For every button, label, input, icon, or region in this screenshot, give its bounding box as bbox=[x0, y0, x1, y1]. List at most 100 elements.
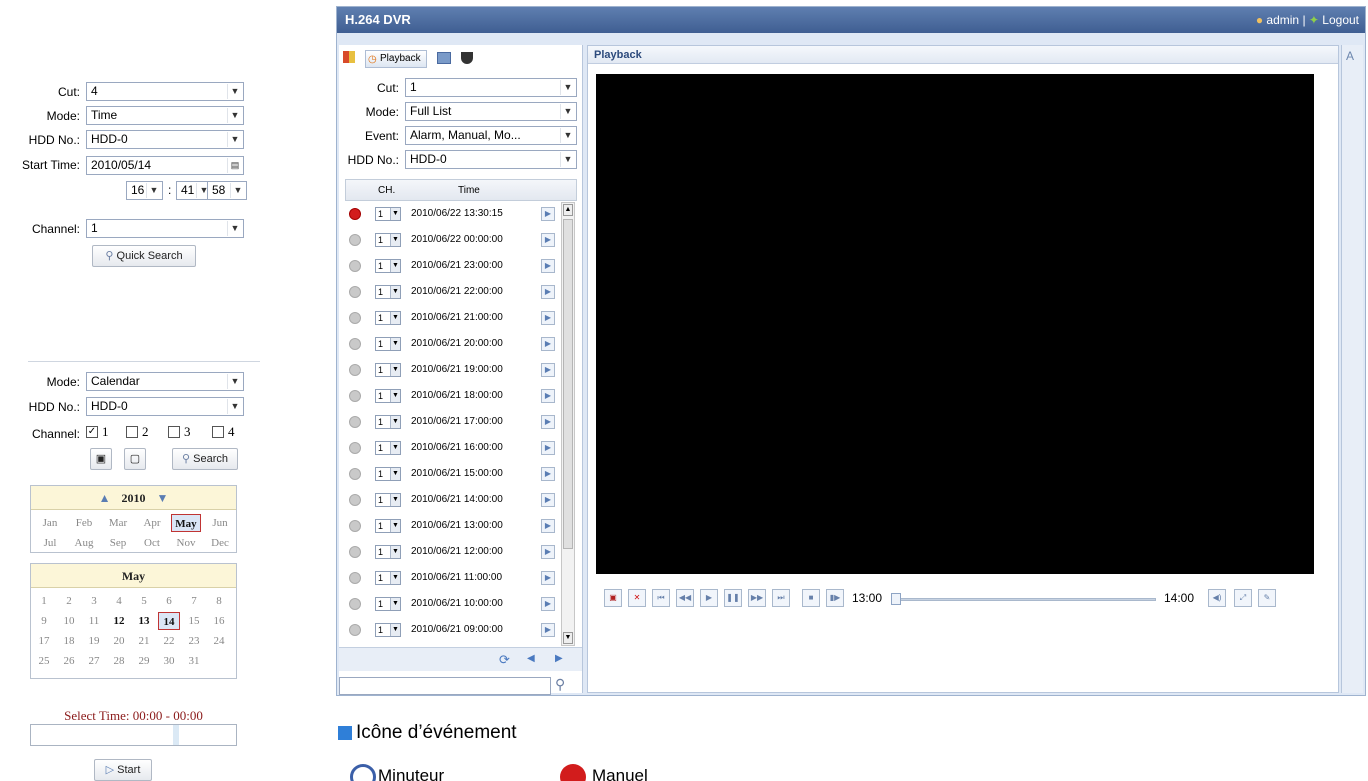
play-icon[interactable]: ▶ bbox=[541, 467, 555, 481]
day-4[interactable]: 4 bbox=[108, 592, 130, 610]
day-8[interactable]: 8 bbox=[208, 592, 230, 610]
start-button[interactable]: ▷ Start bbox=[94, 759, 152, 781]
volume-icon[interactable]: ◀) bbox=[1208, 589, 1226, 607]
day-19[interactable]: 19 bbox=[83, 632, 105, 650]
table-row[interactable]: 1 ▼ 2010/06/21 23:00:00 ▶ bbox=[345, 255, 559, 277]
table-row[interactable]: 1 ▼ 2010/06/21 10:00:00 ▶ bbox=[345, 593, 559, 615]
fullscreen-icon[interactable]: ⤢ bbox=[1234, 589, 1252, 607]
hdd-icon[interactable] bbox=[461, 52, 473, 64]
day-12[interactable]: 12 bbox=[108, 612, 130, 630]
close-icon[interactable]: ✕ bbox=[628, 589, 646, 607]
scroll-up-icon[interactable]: ▲ bbox=[563, 204, 573, 216]
hdd-select[interactable]: HDD-0 ▼ bbox=[86, 397, 244, 416]
day-6[interactable]: 6 bbox=[158, 592, 180, 610]
month-jun[interactable]: Jun bbox=[205, 514, 235, 532]
search-button[interactable]: ⚲ Search bbox=[172, 448, 238, 470]
table-row[interactable]: 1 ▼ 2010/06/21 17:00:00 ▶ bbox=[345, 411, 559, 433]
day-18[interactable]: 18 bbox=[58, 632, 80, 650]
table-row[interactable]: 1 ▼ 2010/06/21 11:00:00 ▶ bbox=[345, 567, 559, 589]
channel-select[interactable]: 1 ▼ bbox=[375, 363, 401, 377]
day-28[interactable]: 28 bbox=[108, 652, 130, 670]
month-jul[interactable]: Jul bbox=[35, 534, 65, 552]
channel-checkbox-2[interactable] bbox=[126, 426, 138, 438]
hour-select[interactable]: 16 ▼ bbox=[126, 181, 163, 200]
list-scrollbar[interactable]: ▲ ▼ bbox=[561, 202, 575, 646]
day-26[interactable]: 26 bbox=[58, 652, 80, 670]
day-16[interactable]: 16 bbox=[208, 612, 230, 630]
play-icon[interactable]: ▶ bbox=[541, 415, 555, 429]
scroll-thumb[interactable] bbox=[563, 219, 573, 549]
table-row[interactable]: 1 ▼ 2010/06/21 19:00:00 ▶ bbox=[345, 359, 559, 381]
calendar-icon[interactable]: ▤ bbox=[227, 158, 242, 173]
next-page-icon[interactable]: ▶ bbox=[555, 653, 563, 664]
play-icon[interactable]: ▶ bbox=[541, 207, 555, 221]
backup-icon[interactable] bbox=[437, 52, 451, 64]
play-icon[interactable]: ▶ bbox=[541, 519, 555, 533]
play-icon[interactable]: ▶ bbox=[700, 589, 718, 607]
table-row[interactable]: 1 ▼ 2010/06/21 09:00:00 ▶ bbox=[345, 619, 559, 641]
table-row[interactable]: 1 ▼ 2010/06/21 18:00:00 ▶ bbox=[345, 385, 559, 407]
mode-select[interactable]: Time ▼ bbox=[86, 106, 244, 125]
play-icon[interactable]: ▶ bbox=[541, 233, 555, 247]
day-22[interactable]: 22 bbox=[158, 632, 180, 650]
day-15[interactable]: 15 bbox=[183, 612, 205, 630]
skip-end-icon[interactable]: ⏭ bbox=[772, 589, 790, 607]
day-10[interactable]: 10 bbox=[58, 612, 80, 630]
time-range-marker[interactable] bbox=[173, 725, 179, 745]
next-year-icon[interactable]: ▼ bbox=[157, 491, 169, 505]
month-nov[interactable]: Nov bbox=[171, 534, 201, 552]
channel-select[interactable]: 1 ▼ bbox=[375, 597, 401, 611]
day-9[interactable]: 9 bbox=[33, 612, 55, 630]
stop-icon[interactable]: ■ bbox=[802, 589, 820, 607]
channel-select[interactable]: 1 ▼ bbox=[375, 389, 401, 403]
channel-select[interactable]: 1 ▼ bbox=[375, 441, 401, 455]
day-11[interactable]: 11 bbox=[83, 612, 105, 630]
day-13[interactable]: 13 bbox=[133, 612, 155, 630]
month-dec[interactable]: Dec bbox=[205, 534, 235, 552]
play-icon[interactable]: ▶ bbox=[541, 389, 555, 403]
channel-select[interactable]: 1 ▼ bbox=[375, 467, 401, 481]
month-mar[interactable]: Mar bbox=[103, 514, 133, 532]
play-icon[interactable]: ▶ bbox=[541, 493, 555, 507]
channel-select[interactable]: 1 ▼ bbox=[375, 337, 401, 351]
channel-select[interactable]: 1 ▼ bbox=[375, 545, 401, 559]
channel-select[interactable]: 1 ▼ bbox=[375, 415, 401, 429]
cut-select[interactable]: 1 ▼ bbox=[405, 78, 577, 97]
month-feb[interactable]: Feb bbox=[69, 514, 99, 532]
search-icon[interactable]: ⚲ bbox=[555, 676, 565, 693]
skip-start-icon[interactable]: ⏮ bbox=[652, 589, 670, 607]
font-size-icon[interactable]: A bbox=[1346, 49, 1354, 63]
day-29[interactable]: 29 bbox=[133, 652, 155, 670]
timeline-slider[interactable] bbox=[891, 593, 1156, 605]
hdd-select[interactable]: HDD-0 ▼ bbox=[86, 130, 244, 149]
day-23[interactable]: 23 bbox=[183, 632, 205, 650]
filter-input[interactable] bbox=[339, 677, 551, 695]
menu-icon[interactable] bbox=[343, 51, 355, 63]
channel-checkbox-4[interactable] bbox=[212, 426, 224, 438]
channel-select[interactable]: 1 ▼ bbox=[375, 285, 401, 299]
channel-select[interactable]: 1 ▼ bbox=[86, 219, 244, 238]
day-24[interactable]: 24 bbox=[208, 632, 230, 650]
day-25[interactable]: 25 bbox=[33, 652, 55, 670]
month-aug[interactable]: Aug bbox=[69, 534, 99, 552]
day-20[interactable]: 20 bbox=[108, 632, 130, 650]
play-icon[interactable]: ▶ bbox=[541, 259, 555, 273]
channel-select[interactable]: 1 ▼ bbox=[375, 311, 401, 325]
day-30[interactable]: 30 bbox=[158, 652, 180, 670]
cut-select[interactable]: 4 ▼ bbox=[86, 82, 244, 101]
snapshot-icon[interactable]: ▣ bbox=[604, 589, 622, 607]
table-row[interactable]: 1 ▼ 2010/06/21 12:00:00 ▶ bbox=[345, 541, 559, 563]
hdd-select[interactable]: HDD-0 ▼ bbox=[405, 150, 577, 169]
channel-select[interactable]: 1 ▼ bbox=[375, 493, 401, 507]
settings-icon[interactable]: ✎ bbox=[1258, 589, 1276, 607]
event-select[interactable]: Alarm, Manual, Mo... ▼ bbox=[405, 126, 577, 145]
month-may[interactable]: May bbox=[171, 514, 201, 532]
channel-select[interactable]: 1 ▼ bbox=[375, 571, 401, 585]
table-row[interactable]: 1 ▼ 2010/06/22 13:30:15 ▶ bbox=[345, 203, 559, 225]
channel-select[interactable]: 1 ▼ bbox=[375, 259, 401, 273]
play-icon[interactable]: ▶ bbox=[541, 285, 555, 299]
table-row[interactable]: 1 ▼ 2010/06/21 20:00:00 ▶ bbox=[345, 333, 559, 355]
play-icon[interactable]: ▶ bbox=[541, 311, 555, 325]
refresh-icon[interactable]: ⟳ bbox=[499, 652, 510, 668]
time-range-bar[interactable] bbox=[30, 724, 237, 746]
